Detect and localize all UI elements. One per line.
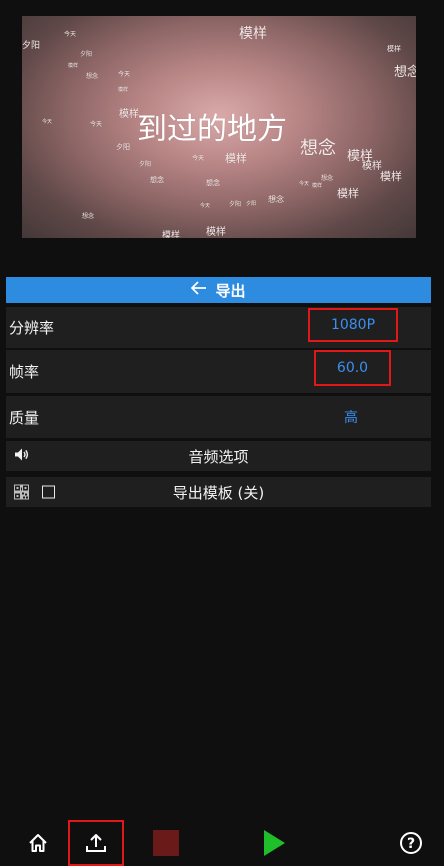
preview-word: 模样: [118, 87, 129, 93]
preview-word: 今天: [64, 31, 77, 38]
preview-word: 想念: [206, 179, 220, 187]
bottom-toolbar: ?: [0, 820, 444, 866]
quality-label: 质量: [9, 408, 40, 427]
preview-word: 模样: [380, 170, 402, 183]
preview-word: 夕阳: [246, 201, 257, 207]
preview-word: 模样: [119, 109, 139, 120]
help-icon[interactable]: ?: [396, 820, 426, 866]
preview-word: 模样: [239, 26, 267, 42]
preview-word: 想念: [82, 213, 95, 220]
preview-word: 今天: [299, 181, 310, 187]
resolution-value[interactable]: 1080P: [308, 308, 398, 342]
page-title: 导出: [215, 281, 246, 300]
preview-word: 模样: [387, 45, 401, 53]
preview-word: 今天: [42, 119, 53, 125]
preview-word: 夕阳: [139, 161, 152, 168]
preview-word: 想念: [268, 195, 284, 204]
export-template-row[interactable]: 导出模板 (关): [6, 477, 431, 507]
export-header[interactable]: 导出: [6, 277, 431, 303]
qr-code-icon[interactable]: [14, 484, 29, 500]
preview-word: 想念: [150, 176, 164, 184]
play-icon[interactable]: [259, 820, 289, 866]
export-template-label: 导出模板 (关): [172, 483, 265, 502]
framerate-label: 帧率: [9, 363, 40, 381]
preview-word: 想念: [86, 73, 99, 80]
preview-word: 想念: [321, 175, 334, 182]
preview-word: 今天: [118, 71, 131, 78]
arrow-left-icon[interactable]: [191, 280, 207, 300]
preview-word: 想念: [300, 138, 336, 159]
preview-word: 模样: [337, 187, 359, 200]
framerate-row[interactable]: 帧率 60.0: [6, 350, 431, 393]
audio-options-label: 音频选项: [188, 447, 249, 466]
preview-word: 今天: [90, 121, 103, 128]
preview-word: 夕阳: [22, 41, 41, 51]
preview-word: 模样: [162, 231, 181, 239]
speaker-icon: [14, 447, 30, 466]
preview-word: 模样: [68, 63, 79, 69]
resolution-label: 分辨率: [9, 319, 55, 337]
preview-word: 夕阳: [229, 201, 242, 208]
preview-title: 到过的地方: [137, 112, 287, 147]
svg-text:?: ?: [407, 836, 415, 852]
quality-value[interactable]: 高: [326, 396, 376, 438]
preview-word: 模样: [312, 183, 323, 189]
quality-row[interactable]: 质量 高: [6, 396, 431, 438]
preview-word: 夕阳: [80, 51, 93, 58]
stop-icon[interactable]: [150, 820, 182, 866]
preview-word: 模样: [206, 227, 226, 238]
framerate-value[interactable]: 60.0: [314, 350, 391, 386]
preview-word: 模样: [362, 161, 382, 172]
export-upload-icon[interactable]: [68, 820, 124, 866]
video-preview: 模样 夕阳 今天 夕阳 模样 想念 想念 今天 夕阳 模样 今天 模样 到过的地…: [22, 16, 416, 238]
template-checkbox[interactable]: [42, 485, 55, 499]
home-icon[interactable]: [24, 820, 52, 866]
audio-options-row[interactable]: 音频选项: [6, 441, 431, 471]
preview-word: 夕阳: [116, 143, 130, 151]
preview-word: 今天: [200, 203, 211, 209]
preview-word: 今天: [192, 155, 205, 162]
resolution-row[interactable]: 分辨率 1080P: [6, 307, 431, 348]
preview-word: 模样: [225, 152, 247, 165]
preview-word: 想念: [394, 65, 416, 80]
